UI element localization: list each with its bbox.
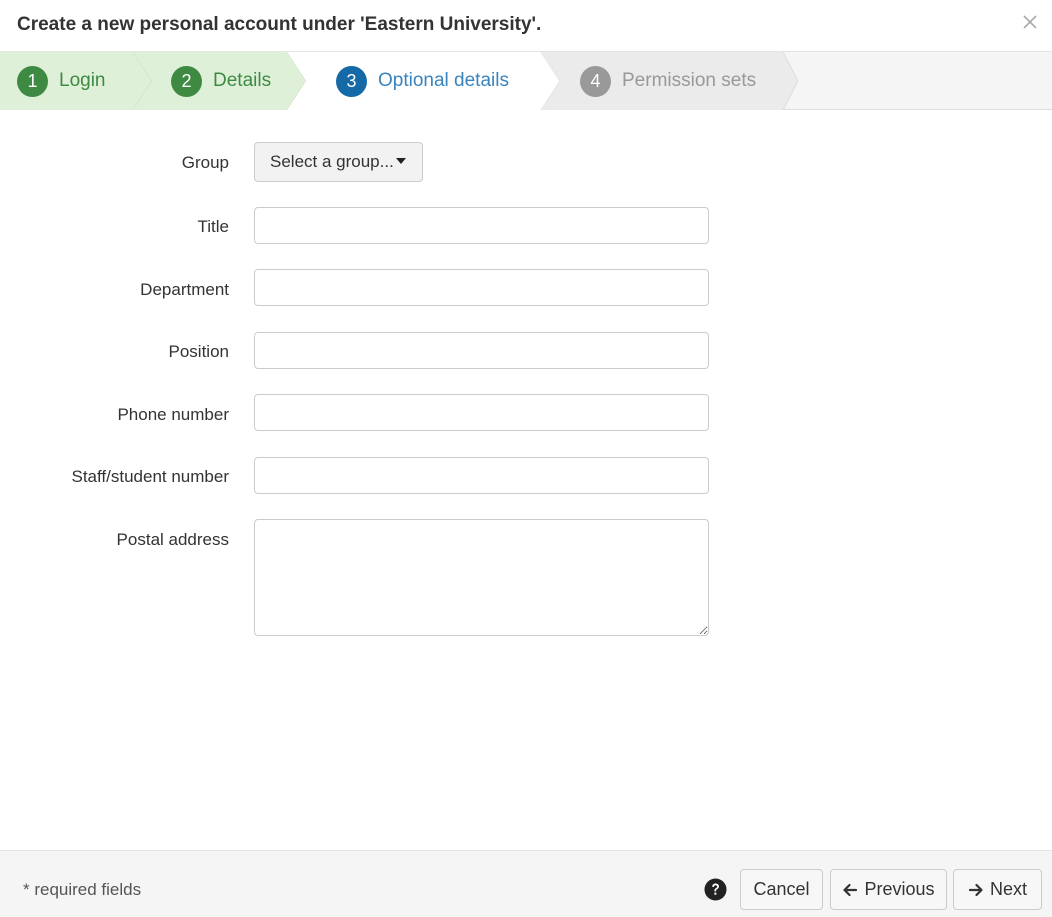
phone-number-label: Phone number: [117, 405, 229, 424]
arrow-right-icon: [968, 883, 983, 896]
arrow-left-icon: [843, 883, 858, 896]
step-permission-sets[interactable]: 4 Permission sets: [580, 52, 756, 110]
department-input[interactable]: [254, 269, 709, 306]
phone-number-input[interactable]: [254, 394, 709, 431]
next-label: Next: [989, 879, 1027, 899]
step-label: Optional details: [378, 70, 509, 91]
group-select-button[interactable]: Select a group...: [254, 142, 423, 182]
position-label: Position: [168, 342, 229, 361]
question-circle-icon[interactable]: [704, 878, 727, 901]
wizard-steps: 1 Login 2 Details 3 Optional details 4 P…: [0, 52, 1052, 110]
step-label: Details: [213, 70, 272, 91]
title-label: Title: [197, 217, 230, 236]
step-optional-details[interactable]: 3 Optional details: [336, 52, 509, 110]
group-select-text: Select a group...: [270, 152, 394, 171]
close-icon[interactable]: [1020, 12, 1040, 32]
caret-down-icon: [395, 158, 406, 164]
staff-student-number-input[interactable]: [254, 457, 709, 494]
wizard-steps-background: [0, 52, 799, 110]
cancel-button[interactable]: Cancel: [740, 869, 823, 910]
step-label: Login: [59, 70, 106, 91]
postal-address-label: Postal address: [116, 530, 229, 549]
postal-address-textarea[interactable]: [254, 519, 709, 636]
step-login[interactable]: 1 Login: [17, 52, 106, 110]
position-input[interactable]: [254, 332, 709, 369]
modal-header: Create a new personal account under 'Eas…: [0, 0, 1052, 52]
group-label: Group: [181, 153, 229, 172]
previous-button[interactable]: Previous: [830, 869, 947, 910]
step-number: 4: [580, 65, 611, 97]
step-number: 2: [171, 65, 202, 97]
step-number: 3: [336, 65, 367, 97]
department-label: Department: [140, 280, 229, 299]
staff-student-number-label: Staff/student number: [71, 467, 229, 486]
modal-footer: * required fields Cancel Previous Next: [0, 850, 1052, 917]
title-input[interactable]: [254, 207, 709, 244]
step-number: 1: [17, 65, 48, 97]
modal-title: Create a new personal account under 'Eas…: [17, 14, 542, 35]
next-button[interactable]: Next: [953, 869, 1042, 910]
required-fields-note: * required fields: [23, 880, 142, 899]
cancel-label: Cancel: [753, 879, 810, 899]
previous-label: Previous: [864, 879, 935, 899]
step-label: Permission sets: [622, 70, 757, 91]
step-details[interactable]: 2 Details: [171, 52, 271, 110]
